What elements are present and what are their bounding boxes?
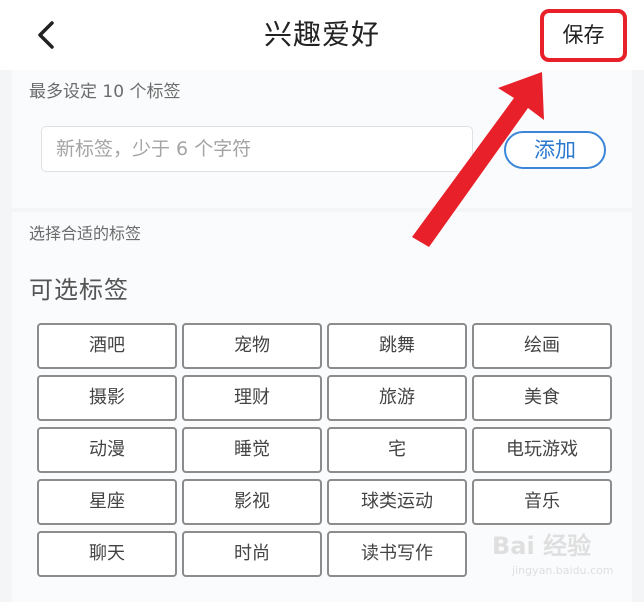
watermark: Bai 经验 jingyan.baidu.com (492, 526, 614, 577)
add-tag-button[interactable]: 添加 (504, 131, 606, 169)
tag-button[interactable]: 影视 (182, 479, 322, 525)
choose-tags-hint: 选择合适的标签 (29, 224, 142, 243)
tag-button[interactable]: 旅游 (327, 375, 467, 421)
tag-button[interactable]: 酒吧 (37, 323, 177, 369)
new-tag-input[interactable] (41, 126, 473, 172)
tag-button[interactable]: 时尚 (182, 531, 322, 577)
tag-button[interactable]: 电玩游戏 (472, 427, 612, 473)
tag-button[interactable]: 绘画 (472, 323, 612, 369)
tag-button[interactable]: 摄影 (37, 375, 177, 421)
tag-button[interactable]: 宅 (327, 427, 467, 473)
tag-button[interactable]: 球类运动 (327, 479, 467, 525)
save-button[interactable]: 保存 (544, 13, 623, 58)
watermark-sub: jingyan.baidu.com (512, 564, 614, 577)
top-bar: 兴趣爱好 保存 (0, 0, 644, 70)
watermark-main: Bai 经验 (492, 532, 592, 560)
tag-button[interactable]: 音乐 (472, 479, 612, 525)
tag-button[interactable]: 跳舞 (327, 323, 467, 369)
tag-button[interactable]: 动漫 (37, 427, 177, 473)
tag-button[interactable]: 聊天 (37, 531, 177, 577)
save-button-highlight: 保存 (540, 9, 627, 62)
tag-button[interactable]: 美食 (472, 375, 612, 421)
tag-button[interactable]: 读书写作 (327, 531, 467, 577)
tag-button[interactable]: 理财 (182, 375, 322, 421)
section-title: 可选标签 (29, 276, 129, 304)
tag-button[interactable]: 宠物 (182, 323, 322, 369)
tag-button[interactable]: 星座 (37, 479, 177, 525)
tag-limit-hint: 最多设定 10 个标签 (29, 82, 181, 102)
tag-button[interactable]: 睡觉 (182, 427, 322, 473)
